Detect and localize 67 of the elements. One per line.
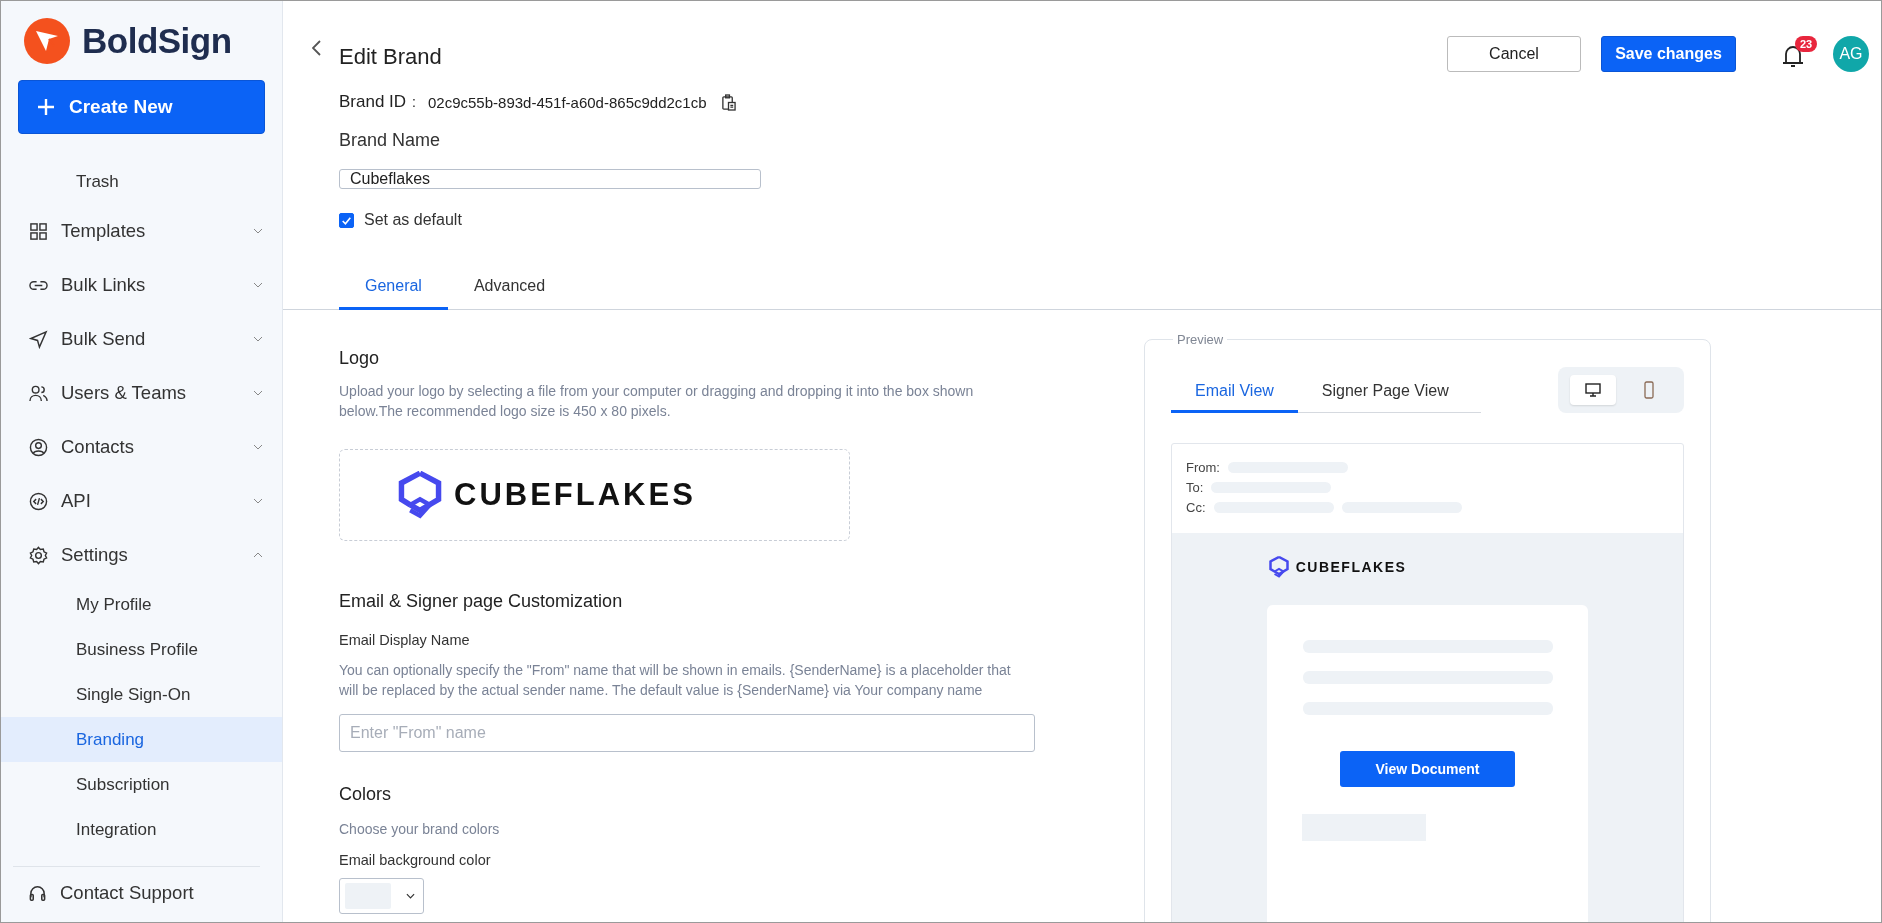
sidebar-item[interactable]: Bulk Links (1, 258, 282, 312)
colors-description: Choose your brand colors (339, 820, 501, 839)
tab[interactable]: Email View (1171, 381, 1298, 413)
sidebar-item[interactable]: Contacts (1, 420, 282, 474)
email-field-label: From: (1186, 460, 1220, 475)
users-icon (29, 383, 48, 403)
cube-logo-icon (398, 471, 442, 519)
tab[interactable]: General (339, 277, 448, 310)
view-document-button[interactable]: View Document (1340, 751, 1515, 787)
section-heading: Logo (339, 348, 380, 369)
send-icon (29, 329, 48, 349)
checkbox[interactable] (339, 212, 354, 228)
sidebar-item[interactable]: Trash (1, 159, 282, 204)
desktop-button[interactable] (1570, 375, 1616, 405)
sidebar-item[interactable]: Single Sign-On (1, 672, 282, 717)
notification-badge: 23 (1795, 36, 1818, 52)
sidebar-item[interactable]: Subscription (1, 762, 282, 807)
monitor-icon (1585, 383, 1601, 397)
sidebar-item[interactable]: Business Profile (1, 627, 282, 672)
checkbox-label: Set as default (364, 211, 462, 229)
sidebar-item[interactable]: Settings (1, 528, 282, 582)
logo-description: Upload your logo by selecting a file from your computer or dragging and dropping it into the box shown below.The recommended logo size is 450 x 80 pixels. (339, 382, 975, 421)
tab[interactable]: Signer Page View (1297, 381, 1473, 413)
create-new-button[interactable]: Create New (18, 80, 265, 134)
chevron-down-icon (406, 893, 415, 899)
section-heading: Colors (339, 784, 391, 805)
contact-icon (29, 437, 48, 457)
copy-icon[interactable] (720, 93, 736, 111)
save-button[interactable]: Save changes (1601, 36, 1736, 72)
from-name-field[interactable]: Enter "From" name (339, 714, 1035, 752)
field-label: Email Display Name (339, 632, 470, 648)
logo-upload-area[interactable]: CUBEFLAKES (339, 449, 850, 541)
api-icon (29, 491, 48, 511)
brand-name: BoldSign (82, 21, 232, 61)
grid-icon (29, 221, 48, 241)
field-label: Email background color (339, 852, 491, 868)
tab[interactable]: Advanced (447, 277, 572, 310)
sidebar-item[interactable]: Templates (1, 204, 282, 258)
sidebar-item[interactable]: Bulk Send (1, 312, 282, 366)
cancel-button[interactable]: Cancel (1447, 36, 1581, 72)
preview-legend: Preview (1173, 332, 1228, 347)
logo-text: CUBEFLAKES (1295, 559, 1407, 575)
email-field-label: To: (1186, 480, 1204, 495)
plus-icon (37, 98, 55, 116)
sidebar-item[interactable]: My Profile (1, 582, 282, 627)
sidebar-item[interactable]: Branding (1, 717, 282, 762)
sidebar-item[interactable]: Users & Teams (1, 366, 282, 420)
cube-logo-icon (1268, 556, 1289, 578)
section-heading: Email & Signer page Customization (339, 591, 623, 612)
brand-name-label: Brand Name (339, 130, 442, 151)
sidebar-item[interactable]: Integration (1, 807, 282, 852)
contact-support-link[interactable]: Contact Support (1, 867, 282, 919)
logo-icon (24, 18, 70, 64)
back-icon[interactable] (312, 40, 322, 56)
field-description: You can optionally specify the "From" name that will be shown in emails. {SenderName} is a placeholder that will be replaced by the actual sender name. The default value is {SenderName} via Your company name (339, 661, 1012, 700)
headset-icon (28, 883, 47, 903)
brand-id-value: 02c9c55b-893d-451f-a60d-865c9dd2c1cb (428, 93, 707, 111)
color-picker[interactable] (339, 878, 424, 914)
logo-text: CUBEFLAKES (454, 477, 696, 513)
gear-icon (29, 545, 48, 565)
brand-name-field[interactable]: Cubeflakes (339, 169, 761, 189)
email-field-label: Cc: (1186, 500, 1206, 515)
brand-id-label: Brand ID (339, 92, 407, 112)
page-title: Edit Brand (339, 43, 442, 70)
separator: : (412, 94, 416, 110)
sidebar-item[interactable]: API (1, 474, 282, 528)
phone-icon (1644, 381, 1654, 399)
